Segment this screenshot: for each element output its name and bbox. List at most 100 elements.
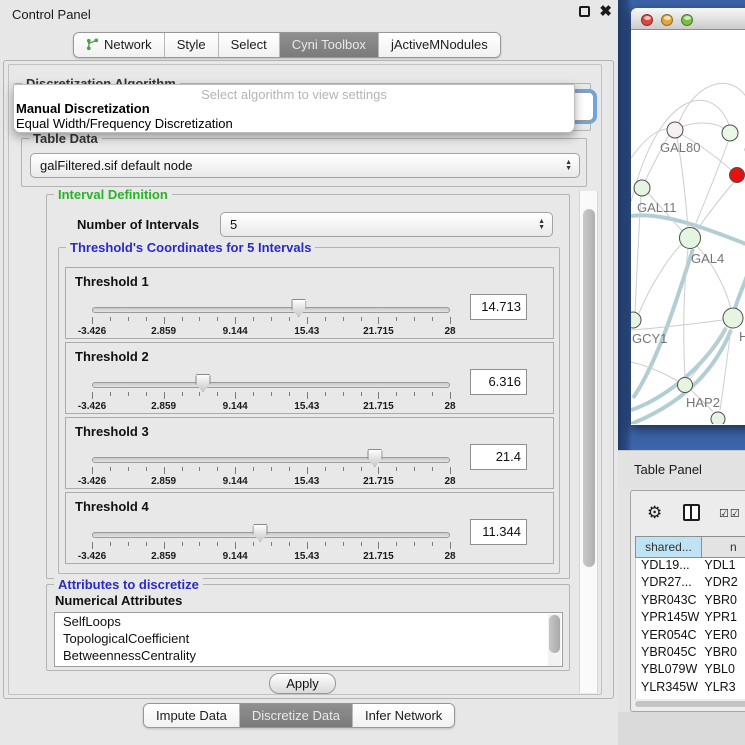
close-traffic-light-icon[interactable] [641, 14, 653, 26]
slider-tick [450, 317, 451, 324]
settings-vertical-scrollbar[interactable] [579, 191, 598, 693]
table-row[interactable]: YBR045CYBR0 [636, 645, 745, 662]
network-edge[interactable] [681, 123, 725, 130]
float-window-icon[interactable] [579, 6, 590, 17]
table-row[interactable]: YDR27...YDR2 [636, 575, 745, 592]
table-row[interactable]: YPR145WYPR1 [636, 610, 745, 627]
network-canvas[interactable]: GAL80GACGAL11GAL4GCY1HHAP2 [631, 30, 745, 424]
slider-thumb[interactable] [367, 449, 382, 467]
network-node-hap2[interactable] [678, 378, 693, 393]
table-row[interactable]: YER054CYER0 [636, 628, 745, 645]
tab-network[interactable]: Network [74, 33, 165, 57]
cell-name[interactable]: YER0 [703, 628, 745, 645]
slider-thumb[interactable] [253, 524, 268, 542]
cell-shared-name[interactable]: YBR045C [636, 645, 703, 662]
checkboxes-icon[interactable]: ☑☑ [719, 507, 741, 520]
network-node-gcy1[interactable] [631, 312, 641, 328]
scrollbar-thumb[interactable] [549, 615, 560, 653]
threshold-slider[interactable]: -3.4262.8599.14415.4321.71528 [92, 304, 450, 338]
cell-name[interactable]: YBR0 [703, 593, 745, 610]
network-node-gal4[interactable] [680, 228, 701, 249]
cell-name[interactable]: YIL0 [703, 697, 745, 699]
tab-jactivemnodules[interactable]: jActiveMNodules [379, 33, 500, 57]
attribute-item-topologicalcoefficient[interactable]: TopologicalCoefficient [55, 630, 562, 647]
slider-track[interactable] [92, 382, 450, 388]
slider-tick [325, 317, 326, 321]
table-row[interactable]: YIL052CYIL0 [636, 697, 745, 699]
threshold-slider[interactable]: -3.4262.8599.14415.4321.71528 [92, 454, 450, 488]
threshold-value-field[interactable]: 6.316 [470, 369, 527, 395]
column-header-shared[interactable]: shared... [635, 536, 702, 558]
tab-select[interactable]: Select [219, 33, 280, 57]
attribute-item-betweennesscentrality[interactable]: BetweennessCentrality [55, 647, 562, 664]
table-horizontal-scrollbar[interactable] [634, 700, 745, 708]
table-row[interactable]: YBL079WYBL0 [636, 662, 745, 679]
cell-shared-name[interactable]: YDL19... [636, 558, 703, 575]
network-window-titlebar[interactable] [631, 8, 745, 30]
network-node-red-node[interactable] [730, 168, 745, 183]
minimize-traffic-light-icon[interactable] [661, 14, 673, 26]
network-node-h-partial[interactable] [723, 308, 743, 328]
cell-name[interactable]: YDR2 [703, 575, 745, 592]
network-view-window[interactable]: GAL80GACGAL11GAL4GCY1HHAP2 [631, 8, 745, 425]
cell-shared-name[interactable]: YBL079W [636, 662, 703, 679]
network-node-ga-partial[interactable] [722, 125, 738, 141]
threshold-value-field[interactable]: 14.713 [470, 294, 527, 320]
bottom-tab-discretize-data[interactable]: Discretize Data [240, 704, 353, 727]
cell-shared-name[interactable]: YIL052C [636, 697, 703, 699]
slider-track[interactable] [92, 307, 450, 313]
numerical-attributes-list[interactable]: SelfLoopsTopologicalCoefficientBetweenne… [54, 612, 563, 667]
cell-name[interactable]: YBL0 [703, 662, 745, 679]
table-data-combobox[interactable]: galFiltered.sif default node ▲▼ [30, 153, 580, 178]
slider-tick [235, 542, 236, 549]
slider-scale-label: 28 [444, 326, 455, 337]
scrollbar-thumb[interactable] [583, 209, 595, 567]
table-row[interactable]: YDL19...YDL1 [636, 558, 745, 575]
close-icon[interactable]: ✖ [599, 6, 612, 17]
cell-shared-name[interactable]: YBR043C [636, 593, 703, 610]
slider-tick [235, 317, 236, 324]
network-edge-thick[interactable] [735, 270, 745, 309]
slider-scale-label: 15.43 [294, 326, 319, 337]
network-edge[interactable] [631, 362, 679, 382]
cell-shared-name[interactable]: YER054C [636, 628, 703, 645]
network-node-gal80[interactable] [667, 122, 683, 138]
slider-thumb[interactable] [291, 299, 306, 317]
threshold-slider[interactable]: -3.4262.8599.14415.4321.71528 [92, 379, 450, 413]
attributes-scrollbar[interactable] [548, 614, 561, 667]
tab-style[interactable]: Style [165, 33, 219, 57]
cell-shared-name[interactable]: YDR27... [636, 575, 703, 592]
cell-name[interactable]: YBR0 [703, 645, 745, 662]
slider-track[interactable] [92, 457, 450, 463]
slider-track[interactable] [92, 532, 450, 538]
attribute-item-selfloops[interactable]: SelfLoops [55, 613, 562, 630]
threshold-slider[interactable]: -3.4262.8599.14415.4321.71528 [92, 529, 450, 563]
apply-button[interactable]: Apply [269, 673, 336, 694]
cell-name[interactable]: YLR3 [703, 680, 745, 697]
gear-icon[interactable]: ⚙ [647, 503, 662, 523]
slider-thumb[interactable] [195, 374, 210, 392]
cell-name[interactable]: YPR1 [703, 610, 745, 627]
network-node-gal11[interactable] [634, 180, 650, 196]
bottom-tab-infer-network[interactable]: Infer Network [353, 704, 454, 727]
network-node-bottom-partial[interactable] [711, 412, 725, 424]
attributes-group: Attributes to discretize Numerical Attri… [46, 584, 570, 671]
table-row[interactable]: YBR043CYBR0 [636, 593, 745, 610]
bottom-tab-impute-data[interactable]: Impute Data [144, 704, 240, 727]
columns-icon[interactable] [683, 504, 700, 521]
zoom-traffic-light-icon[interactable] [681, 14, 693, 26]
tab-cyni-toolbox[interactable]: Cyni Toolbox [280, 33, 379, 57]
threshold-value-field[interactable]: 11.344 [470, 519, 527, 545]
network-edge[interactable] [631, 320, 723, 330]
algorithm-option-manual[interactable]: Manual Discretization [14, 101, 574, 116]
column-header-name[interactable]: n [702, 536, 745, 558]
cell-shared-name[interactable]: YPR145W [636, 610, 703, 627]
number-of-intervals-combobox[interactable]: 5 ▲▼ [220, 212, 553, 237]
algorithm-option-equal-width[interactable]: Equal Width/Frequency Discretization [14, 116, 574, 131]
threshold-value-field[interactable]: 21.4 [470, 444, 527, 470]
scrollbar-thumb[interactable] [635, 701, 745, 707]
cell-name[interactable]: YDL1 [703, 558, 745, 575]
cell-shared-name[interactable]: YLR345W [636, 680, 703, 697]
table-row[interactable]: YLR345WYLR3 [636, 680, 745, 697]
slider-tick [432, 542, 433, 546]
